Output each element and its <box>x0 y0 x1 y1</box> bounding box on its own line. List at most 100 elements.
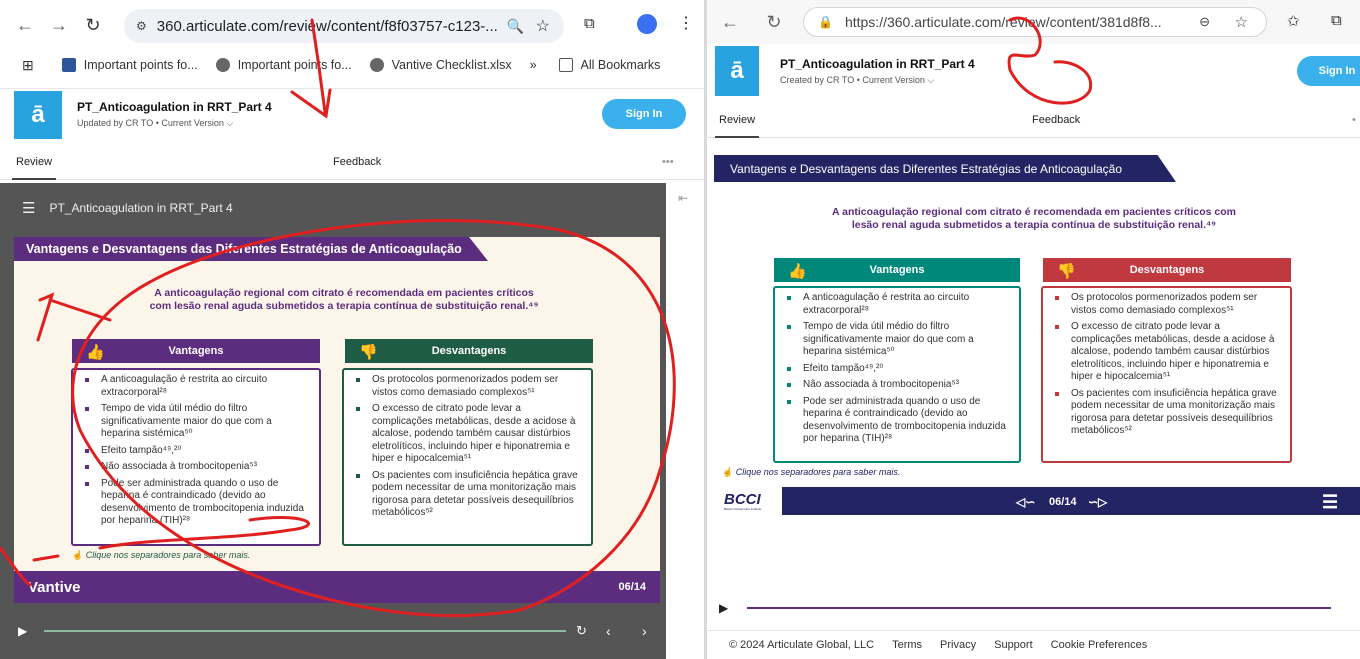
reload-icon[interactable]: ↻ <box>76 15 110 36</box>
articulate-logo: ā <box>715 46 759 96</box>
left-player: ☰ PT_Anticoagulation in RRT_Part 4 ⇤ Van… <box>0 183 704 659</box>
apps-grid-icon[interactable]: ⊞ <box>22 57 34 74</box>
back-icon[interactable]: ← <box>713 12 747 33</box>
copyright: © 2024 Articulate Global, LLC <box>729 639 875 651</box>
tab-feedback[interactable]: Feedback <box>1032 114 1080 126</box>
list-item: Pode ser administrada quando o uso de he… <box>785 396 1011 446</box>
folder-icon <box>558 58 573 72</box>
list-item: Os protocolos pormenorizados podem ser v… <box>354 374 583 399</box>
slide-nav-bar: ◁∽ 06/14 ∽▷ ☰ <box>782 487 1360 515</box>
pointer-hand-icon: ☝ <box>722 467 734 477</box>
play-icon[interactable]: ▶ <box>18 624 27 638</box>
project-meta[interactable]: Created by CR TO • Current Version ⌵ <box>780 75 975 86</box>
support-link[interactable]: Support <box>994 639 1033 651</box>
right-tabs: Review Feedback • <box>707 104 1360 138</box>
back-icon[interactable]: ← <box>8 15 42 36</box>
terms-link[interactable]: Terms <box>892 639 922 651</box>
right-slide: Vantagens e Desvantagens das Diferentes … <box>714 155 1360 515</box>
profile-icon[interactable] <box>637 14 657 34</box>
zoom-out-icon[interactable]: ⊖ <box>1199 14 1210 30</box>
word-doc-icon <box>61 58 76 72</box>
slide-footer: BCCI Baxter Critical Care Institute ◁∽ 0… <box>714 487 1360 515</box>
prev-slide-icon[interactable]: ◁∽ <box>1016 495 1035 509</box>
sign-in-button[interactable]: Sign In <box>1297 56 1360 86</box>
menu-kebab-icon[interactable]: ⋮ <box>678 13 694 33</box>
list-item: Tempo de vida útil médio do filtro signi… <box>83 403 311 441</box>
bcci-logo: BCCI Baxter Critical Care Institute <box>724 491 762 511</box>
right-url-field[interactable]: 🔒 https://360.articulate.com/review/cont… <box>803 7 1267 37</box>
left-url-field[interactable]: ⚙ 360.articulate.com/review/content/f8f0… <box>124 9 564 43</box>
list-item: A anticoagulação é restrita ao circuito … <box>785 292 1011 317</box>
reload-icon[interactable]: ↻ <box>757 12 791 33</box>
url-text: https://360.articulate.com/review/conten… <box>844 14 1162 30</box>
globe-icon <box>369 58 384 72</box>
favorites-bar-icon[interactable]: ✩ <box>1287 12 1300 30</box>
thumbs-up-icon: 👍 <box>788 263 807 280</box>
tab-review[interactable]: Review <box>11 156 57 180</box>
list-item: Os protocolos pormenorizados podem ser v… <box>1053 292 1282 317</box>
more-options-icon[interactable]: • <box>1352 114 1356 126</box>
tab-feedback[interactable]: Feedback <box>333 156 381 168</box>
forward-icon[interactable]: → <box>42 15 76 36</box>
slide-intro: A anticoagulação regional com citrato é … <box>832 206 1236 231</box>
next-slide-icon[interactable]: › <box>642 623 647 639</box>
list-item: Os pacientes com insuficiência hepática … <box>354 470 583 520</box>
bookmark-item[interactable]: Vantive Checklist.xlsx <box>369 58 512 72</box>
pointer-hand-icon: ☝ <box>72 550 84 560</box>
player-sidebar: ⇤ <box>666 183 704 659</box>
thumbs-down-icon: 👎 <box>1057 263 1076 280</box>
bookmark-item[interactable]: Important points fo... <box>61 58 198 72</box>
list-item: Os pacientes com insuficiência hepática … <box>1053 388 1282 438</box>
right-address-bar: ← ↻ 🔒 https://360.articulate.com/review/… <box>707 0 1360 44</box>
left-review-header: ā PT_Anticoagulation in RRT_Part 4 Updat… <box>0 88 704 140</box>
advantages-list: A anticoagulação é restrita ao circuito … <box>773 286 1021 463</box>
disadvantages-tab[interactable]: 👎 Desvantagens <box>345 339 593 363</box>
project-title: PT_Anticoagulation in RRT_Part 4 <box>77 100 272 114</box>
disadvantages-tab[interactable]: 👎 Desvantagens <box>1043 258 1291 282</box>
slide-intro: A anticoagulação regional com citrato é … <box>149 287 539 312</box>
collections-icon[interactable]: ⧉ <box>1331 12 1342 29</box>
favorite-icon[interactable]: ☆ <box>1235 13 1248 31</box>
hamburger-menu-icon[interactable]: ☰ <box>22 199 35 217</box>
right-browser-window: ← ↻ 🔒 https://360.articulate.com/review/… <box>707 0 1360 659</box>
menu-icon[interactable]: ☰ <box>1322 492 1338 513</box>
zoom-icon[interactable]: 🔍 <box>507 18 524 35</box>
click-hint: ☝ Clique nos separadores para saber mais… <box>722 467 901 477</box>
sign-in-button[interactable]: Sign In <box>602 99 686 129</box>
project-meta[interactable]: Updated by CR TO • Current Version ⌵ <box>77 118 272 129</box>
advantages-tab[interactable]: 👍 Vantagens <box>72 339 320 363</box>
list-item: A anticoagulação é restrita ao circuito … <box>83 374 311 399</box>
url-text: 360.articulate.com/review/content/f8f037… <box>156 17 498 35</box>
collapse-sidebar-icon[interactable]: ⇤ <box>678 191 688 205</box>
site-info-icon[interactable]: ⚙ <box>136 19 147 33</box>
seek-bar[interactable] <box>747 607 1331 609</box>
disadvantages-list: Os protocolos pormenorizados podem ser v… <box>1041 286 1292 463</box>
bookmark-item[interactable]: Important points fo... <box>215 58 352 72</box>
list-item: Não associada à trombocitopenia⁵³ <box>83 461 311 474</box>
player-controls: ▶ <box>719 596 1349 620</box>
lock-icon[interactable]: 🔒 <box>818 15 833 29</box>
extensions-icon[interactable]: ⧉ <box>584 15 595 32</box>
left-address-bar: ← → ↻ ⚙ 360.articulate.com/review/conten… <box>0 0 704 50</box>
advantages-tab[interactable]: 👍 Vantagens <box>774 258 1020 282</box>
cookie-preferences-link[interactable]: Cookie Preferences <box>1051 639 1148 651</box>
project-title: PT_Anticoagulation in RRT_Part 4 <box>780 56 975 71</box>
replay-icon[interactable]: ↻ <box>576 623 587 639</box>
tab-review[interactable]: Review <box>714 114 760 138</box>
player-controls: ▶ ↻ ‹ › <box>14 619 666 643</box>
advantages-list: A anticoagulação é restrita ao circuito … <box>71 368 321 546</box>
next-slide-icon[interactable]: ∽▷ <box>1088 495 1107 509</box>
more-bookmarks-icon[interactable]: » <box>530 58 537 72</box>
seek-bar[interactable] <box>44 630 566 632</box>
bookmarks-bar: ⊞ Important points fo... Important point… <box>0 50 704 80</box>
more-options-icon[interactable]: ••• <box>662 156 674 168</box>
star-icon[interactable]: ☆ <box>536 16 550 36</box>
list-item: Tempo de vida útil médio do filtro signi… <box>785 321 1011 359</box>
all-bookmarks[interactable]: All Bookmarks <box>558 58 660 72</box>
prev-slide-icon[interactable]: ‹ <box>606 623 611 639</box>
privacy-link[interactable]: Privacy <box>940 639 976 651</box>
page-counter: 06/14 <box>618 581 646 593</box>
list-item: Pode ser administrada quando o uso de he… <box>83 478 311 528</box>
play-icon[interactable]: ▶ <box>719 601 728 615</box>
left-slide: Vantagens e Desvantagens das Diferentes … <box>14 237 660 603</box>
